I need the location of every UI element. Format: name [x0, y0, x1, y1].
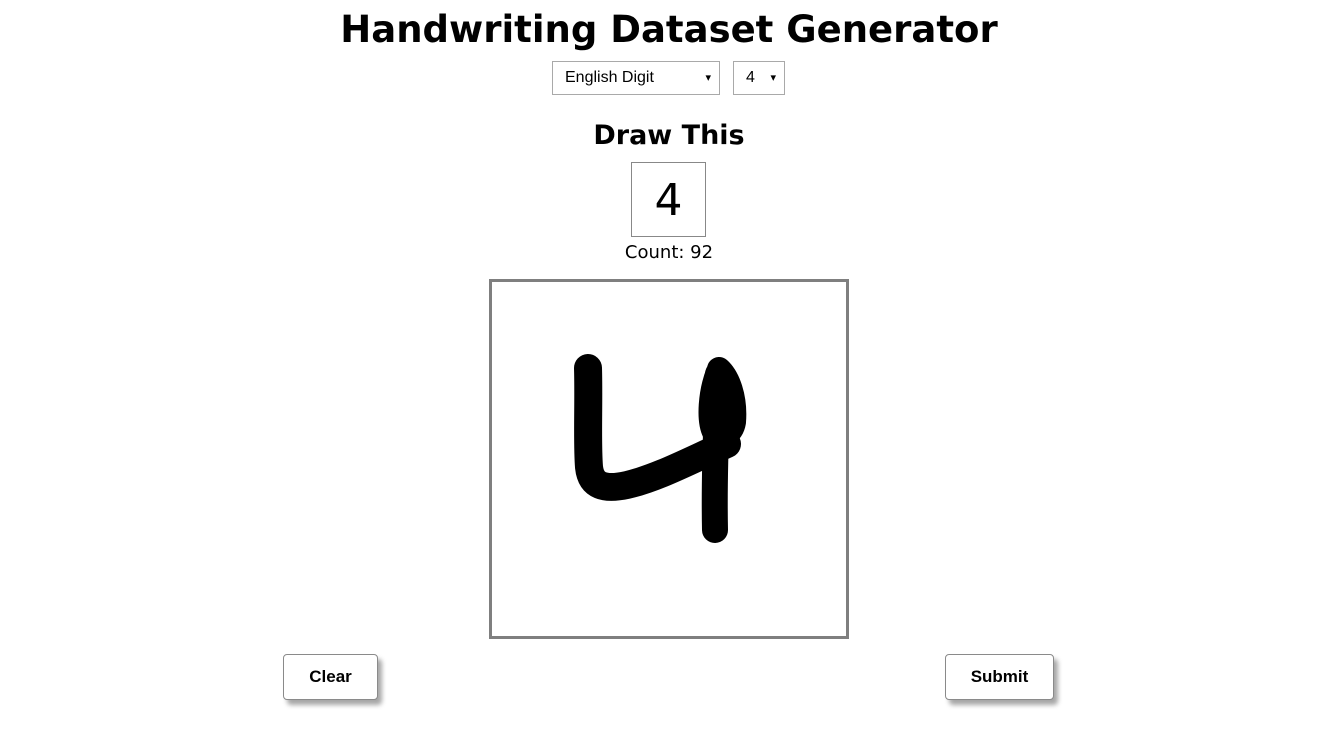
script-select-value: English Digit — [565, 69, 654, 86]
drawing-canvas[interactable] — [489, 279, 849, 639]
digit-select[interactable]: 4 ▾ — [733, 61, 785, 95]
chevron-down-icon: ▾ — [705, 72, 711, 84]
prompt-heading: Draw This — [593, 120, 745, 151]
target-character-box: 4 — [631, 162, 706, 237]
clear-button[interactable]: Clear — [283, 654, 378, 700]
chevron-down-icon: ▾ — [770, 72, 776, 84]
drawing-surface — [574, 354, 747, 543]
script-select[interactable]: English Digit ▾ — [552, 61, 720, 95]
digit-select-value: 4 — [746, 69, 755, 86]
handwritten-stroke — [701, 361, 731, 543]
page-title: Handwriting Dataset Generator — [340, 8, 998, 51]
handwritten-strokes — [574, 354, 747, 543]
sample-count: Count: 92 — [624, 242, 714, 263]
submit-button[interactable]: Submit — [945, 654, 1054, 700]
